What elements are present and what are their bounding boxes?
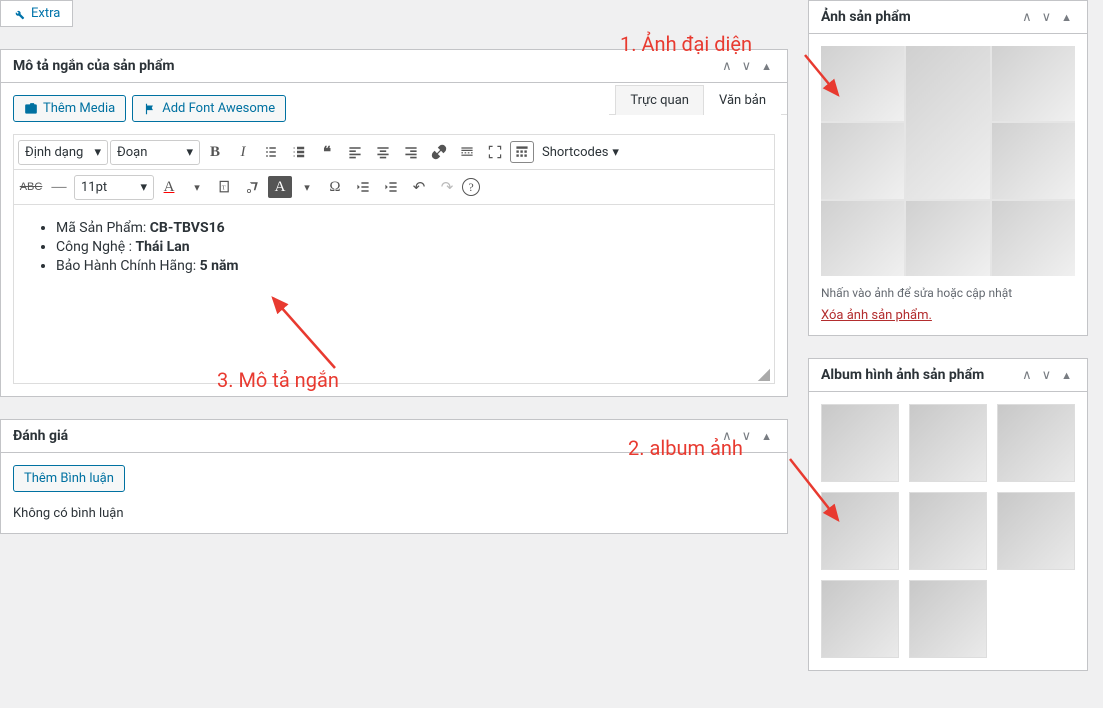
link-button[interactable] xyxy=(426,139,452,165)
featured-image[interactable] xyxy=(821,46,1075,276)
gallery-image[interactable] xyxy=(821,580,899,658)
svg-text:T: T xyxy=(222,184,226,191)
bg-color-button[interactable]: A xyxy=(268,176,292,198)
gallery-image[interactable] xyxy=(909,492,987,570)
clear-format-button[interactable] xyxy=(240,174,266,200)
move-down-icon[interactable]: ∨ xyxy=(1039,10,1055,25)
bullet-list-button[interactable] xyxy=(258,139,284,165)
move-up-icon[interactable]: ∧ xyxy=(1019,368,1035,383)
more-button[interactable] xyxy=(454,139,480,165)
align-center-button[interactable] xyxy=(370,139,396,165)
text-color-more[interactable]: ▾ xyxy=(184,174,210,200)
outdent-button[interactable] xyxy=(350,174,376,200)
panel-title: Đánh giá xyxy=(13,428,68,444)
format-select[interactable]: Định dạng ▾ xyxy=(18,140,108,165)
add-media-button[interactable]: Thêm Media xyxy=(13,95,126,122)
align-left-button[interactable] xyxy=(342,139,368,165)
camera-icon xyxy=(24,102,38,116)
featured-image-panel: Ảnh sản phẩm ∧ ∨ ▲ Nhấn vào ảnh để sửa h… xyxy=(808,0,1088,336)
add-comment-button[interactable]: Thêm Bình luận xyxy=(13,465,125,492)
tech-label: Công Nghệ : xyxy=(56,239,135,255)
tech-value: Thái Lan xyxy=(135,239,189,255)
special-char-button[interactable]: Ω xyxy=(322,174,348,200)
numbered-list-button[interactable] xyxy=(286,139,312,165)
redo-button[interactable]: ↷ xyxy=(434,174,460,200)
no-comments-text: Không có bình luận xyxy=(13,506,775,521)
gallery-image[interactable] xyxy=(909,580,987,658)
panel-title: Album hình ảnh sản phẩm xyxy=(821,367,984,383)
bold-button[interactable]: B xyxy=(202,139,228,165)
featured-image-helper: Nhấn vào ảnh để sửa hoặc cập nhật xyxy=(821,286,1075,300)
short-description-panel: Mô tả ngắn của sản phẩm ∧ ∨ ▲ Thêm Media xyxy=(0,49,788,397)
strikethrough-button[interactable]: ABC xyxy=(18,174,44,200)
warranty-value: 5 năm xyxy=(200,258,239,274)
toggle-panel-icon[interactable]: ▲ xyxy=(758,60,775,73)
gallery-image[interactable] xyxy=(997,492,1075,570)
wrench-icon xyxy=(13,8,25,20)
gallery-image[interactable] xyxy=(909,404,987,482)
align-right-button[interactable] xyxy=(398,139,424,165)
reviews-panel: Đánh giá ∧ ∨ ▲ Thêm Bình luận Không có b… xyxy=(0,419,788,534)
move-up-icon[interactable]: ∧ xyxy=(719,59,735,74)
sku-value: CB-TBVS16 xyxy=(150,220,225,236)
text-color-button[interactable]: A xyxy=(156,174,182,200)
move-down-icon[interactable]: ∨ xyxy=(739,429,755,444)
font-size-select[interactable]: 11pt ▾ xyxy=(74,175,154,200)
hr-button[interactable]: — xyxy=(46,174,72,200)
italic-button[interactable]: I xyxy=(230,139,256,165)
gallery-panel: Album hình ảnh sản phẩm ∧ ∨ ▲ xyxy=(808,358,1088,671)
editor-content-area[interactable]: Mã Sản Phẩm: CB-TBVS16 Công Nghệ : Thái … xyxy=(13,204,775,384)
move-up-icon[interactable]: ∧ xyxy=(1019,10,1035,25)
toolbar-toggle-button[interactable] xyxy=(510,141,534,163)
bg-color-more[interactable]: ▾ xyxy=(294,174,320,200)
indent-button[interactable] xyxy=(378,174,404,200)
gallery-image[interactable] xyxy=(821,492,899,570)
remove-featured-image-link[interactable]: Xóa ảnh sản phẩm. xyxy=(821,308,932,323)
flag-icon xyxy=(143,102,157,116)
resize-handle[interactable]: ◢ xyxy=(758,369,770,379)
shortcodes-dropdown[interactable]: Shortcodes ▾ xyxy=(536,141,625,164)
add-font-awesome-button[interactable]: Add Font Awesome xyxy=(132,95,286,122)
gallery-image[interactable] xyxy=(997,404,1075,482)
move-down-icon[interactable]: ∨ xyxy=(739,59,755,74)
move-down-icon[interactable]: ∨ xyxy=(1039,368,1055,383)
extra-tab-label: Extra xyxy=(31,6,60,21)
add-fa-label: Add Font Awesome xyxy=(162,101,275,116)
text-tab[interactable]: Văn bản xyxy=(704,85,781,115)
visual-tab[interactable]: Trực quan xyxy=(615,85,704,115)
panel-title: Ảnh sản phẩm xyxy=(821,9,911,25)
extra-tab[interactable]: Extra xyxy=(0,0,73,27)
paste-text-button[interactable]: T xyxy=(212,174,238,200)
move-up-icon[interactable]: ∧ xyxy=(719,429,735,444)
gallery-image[interactable] xyxy=(821,404,899,482)
fullscreen-button[interactable] xyxy=(482,139,508,165)
toggle-panel-icon[interactable]: ▲ xyxy=(758,430,775,443)
panel-title: Mô tả ngắn của sản phẩm xyxy=(13,58,174,74)
undo-button[interactable]: ↶ xyxy=(406,174,432,200)
gallery-grid xyxy=(821,404,1075,658)
help-button[interactable]: ? xyxy=(462,178,480,196)
add-media-label: Thêm Media xyxy=(43,101,115,116)
sku-label: Mã Sản Phẩm: xyxy=(56,220,150,236)
toggle-panel-icon[interactable]: ▲ xyxy=(1058,369,1075,382)
warranty-label: Bảo Hành Chính Hãng: xyxy=(56,258,200,274)
paragraph-select[interactable]: Đoạn ▾ xyxy=(110,140,200,165)
toggle-panel-icon[interactable]: ▲ xyxy=(1058,11,1075,24)
blockquote-button[interactable]: ❝ xyxy=(314,139,340,165)
